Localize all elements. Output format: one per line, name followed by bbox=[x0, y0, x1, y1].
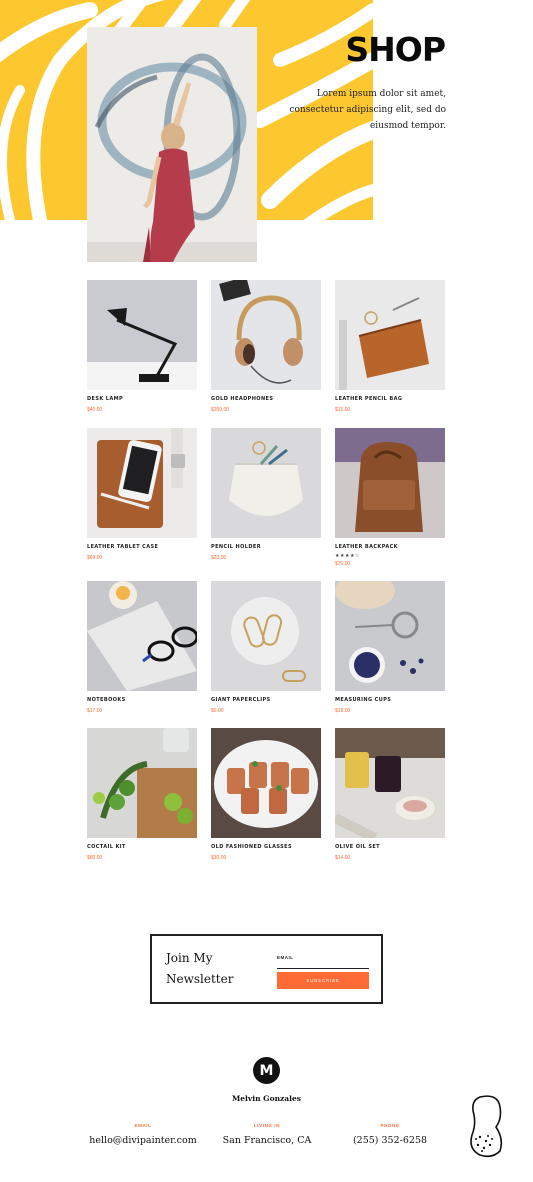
subscribe-button[interactable]: SUBSCRIBE bbox=[277, 972, 369, 989]
product-price: $14.00 bbox=[335, 855, 351, 861]
product-card[interactable]: MEASURING CUPS $18.00 bbox=[335, 581, 445, 714]
product-name[interactable]: GOLD HEADPHONES bbox=[211, 396, 321, 402]
contact-email: EMAIL hello@divipainter.com bbox=[73, 1123, 213, 1146]
product-price: $17.00 bbox=[87, 708, 103, 714]
product-image-old-fashioned-glasses[interactable] bbox=[211, 728, 321, 838]
newsletter-box: Join My Newsletter EMAIL SUBSCRIBE bbox=[150, 934, 383, 1004]
product-name[interactable]: LEATHER TABLET CASE bbox=[87, 544, 197, 550]
product-image-leather-backpack[interactable] bbox=[335, 428, 445, 538]
product-price: $70.00 bbox=[335, 561, 351, 567]
product-image-giant-paperclips[interactable] bbox=[211, 581, 321, 691]
rating-stars: ★★★★☆ bbox=[335, 553, 360, 559]
product-image-notebooks[interactable] bbox=[87, 581, 197, 691]
contact-location: LIVING IN San Francisco, CA bbox=[197, 1123, 337, 1146]
product-name[interactable]: COCTAIL KIT bbox=[87, 844, 197, 850]
product-card[interactable]: NOTEBOOKS $17.00 bbox=[87, 581, 197, 714]
email-field[interactable] bbox=[277, 961, 369, 969]
product-card[interactable]: LEATHER BACKPACK ★★★★☆ $70.00 bbox=[335, 428, 445, 567]
product-card[interactable]: LEATHER PENCIL BAG $15.00 bbox=[335, 280, 445, 413]
phone-link[interactable]: (255) 352-6258 bbox=[320, 1135, 460, 1146]
product-price: $40.00 bbox=[87, 407, 103, 413]
product-name[interactable]: NOTEBOOKS bbox=[87, 697, 197, 703]
page-description: Lorem ipsum dolor sit amet, consectetur … bbox=[289, 89, 446, 131]
product-card[interactable]: OLIVE OIL SET $14.00 bbox=[335, 728, 445, 861]
product-card[interactable]: PENCIL HOLDER $20.00 bbox=[211, 428, 321, 561]
product-name[interactable]: DESK LAMP bbox=[87, 396, 197, 402]
product-price: $69.00 bbox=[87, 555, 103, 561]
product-image-desk-lamp[interactable] bbox=[87, 280, 197, 390]
location-text: San Francisco, CA bbox=[222, 1135, 312, 1146]
product-price: $18.00 bbox=[335, 708, 351, 714]
doodle-icon bbox=[470, 1095, 503, 1158]
product-image-gold-headphones[interactable] bbox=[211, 280, 321, 390]
product-name[interactable]: OLIVE OIL SET bbox=[335, 844, 445, 850]
product-image-leather-pencil-bag[interactable] bbox=[335, 280, 445, 390]
email-label: EMAIL bbox=[277, 955, 294, 960]
contact-label: EMAIL bbox=[134, 1123, 152, 1128]
newsletter-title: Join My Newsletter bbox=[166, 951, 234, 986]
product-name[interactable]: MEASURING CUPS bbox=[335, 697, 445, 703]
footer-name: Melvin Gonzales bbox=[231, 1094, 302, 1103]
product-image-leather-tablet-case[interactable] bbox=[87, 428, 197, 538]
contact-label: LIVING IN bbox=[253, 1123, 281, 1128]
product-name[interactable]: LEATHER BACKPACK bbox=[335, 544, 445, 550]
product-card[interactable]: COCTAIL KIT $60.00 bbox=[87, 728, 197, 861]
product-card[interactable]: LEATHER TABLET CASE $69.00 bbox=[87, 428, 197, 561]
product-card[interactable]: OLD FASHIONED GLASSES $30.00 bbox=[211, 728, 321, 861]
product-name[interactable]: GIANT PAPERCLIPS bbox=[211, 697, 321, 703]
product-name[interactable]: OLD FASHIONED GLASSES bbox=[211, 844, 321, 850]
contact-label: PHONE bbox=[380, 1123, 400, 1128]
product-card[interactable]: DESK LAMP $40.00 bbox=[87, 280, 197, 413]
product-image-measuring-cups[interactable] bbox=[335, 581, 445, 691]
product-price: $6.00 bbox=[211, 708, 224, 714]
email-link[interactable]: hello@divipainter.com bbox=[73, 1135, 213, 1146]
product-card[interactable]: GIANT PAPERCLIPS $6.00 bbox=[211, 581, 321, 714]
product-price: $60.00 bbox=[87, 855, 103, 861]
hero-photo bbox=[87, 27, 257, 262]
product-price: $30.00 bbox=[211, 855, 227, 861]
product-image-coctail-kit[interactable] bbox=[87, 728, 197, 838]
product-image-olive-oil-set[interactable] bbox=[335, 728, 445, 838]
product-price: $15.00 bbox=[335, 407, 351, 413]
product-card[interactable]: GOLD HEADPHONES $200.00 bbox=[211, 280, 321, 413]
contact-phone: PHONE (255) 352-6258 bbox=[320, 1123, 460, 1146]
product-name[interactable]: LEATHER PENCIL BAG bbox=[335, 396, 445, 402]
product-name[interactable]: PENCIL HOLDER bbox=[211, 544, 321, 550]
product-price: $20.00 bbox=[211, 555, 227, 561]
logo[interactable]: M bbox=[253, 1057, 280, 1084]
product-image-pencil-holder[interactable] bbox=[211, 428, 321, 538]
page-title: SHOP bbox=[345, 30, 446, 69]
product-price: $200.00 bbox=[211, 407, 230, 413]
